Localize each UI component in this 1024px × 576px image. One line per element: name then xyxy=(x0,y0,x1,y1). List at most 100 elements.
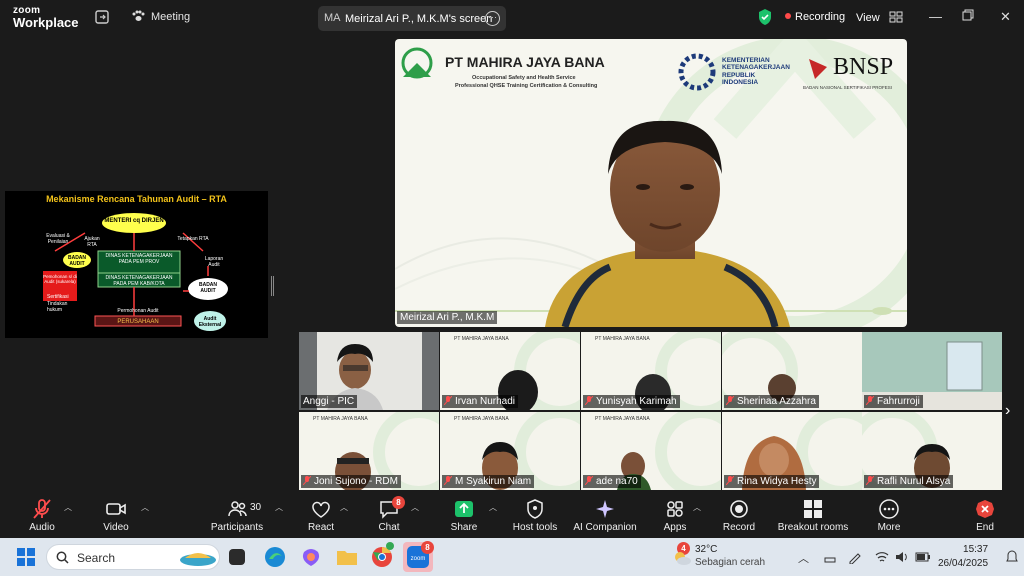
weather-icon[interactable] xyxy=(673,550,691,566)
windows-start-icon[interactable] xyxy=(16,547,36,567)
notification-bell-icon[interactable] xyxy=(1006,550,1018,564)
host-tools-button[interactable]: Host tools xyxy=(495,493,575,533)
pen-icon[interactable] xyxy=(848,550,862,564)
breakout-rooms-button[interactable]: Breakout rooms xyxy=(773,493,853,533)
participant-tile[interactable]: Sherinaa Azzahra xyxy=(722,332,862,410)
shield-icon[interactable] xyxy=(758,9,772,25)
dinas-prov-box: DINAS KETENAGAKERJAAN PADA PEM PROV xyxy=(105,253,173,265)
audio-button[interactable]: Audio xyxy=(2,493,82,533)
weather-desc: Sebagian cerah xyxy=(695,557,766,568)
paw-icon xyxy=(132,10,145,21)
permohonan-label: Permohonan Audit xyxy=(117,308,159,314)
badan-audit-box-2: BADAN AUDIT xyxy=(198,282,218,294)
restore-icon[interactable] xyxy=(962,9,974,24)
more-options-icon[interactable]: ··· xyxy=(485,11,500,26)
bnsp-subtitle: BADAN NASIONAL SERTIFIKASI PROFESI xyxy=(803,85,893,90)
bnsp-logo-text: BNSP xyxy=(833,54,894,80)
screen-share-pill[interactable]: MA Meirizal Ari P., M.K.M's screen ··· xyxy=(318,6,506,31)
end-button[interactable]: End xyxy=(945,493,1024,533)
screen-share-label: Meirizal Ari P., M.K.M's screen xyxy=(345,13,493,25)
participant-tile[interactable]: PT MAHIRA JAYA BANA Irvan Nurhadi xyxy=(440,332,580,410)
mic-muted-icon xyxy=(303,476,311,485)
chat-button[interactable]: Chat xyxy=(349,493,429,533)
participant-name: Rina Widya Hesty xyxy=(724,475,820,488)
chat-caret-icon[interactable]: ︿ xyxy=(411,502,419,513)
video-button[interactable]: Video xyxy=(76,493,156,533)
react-label: React xyxy=(307,522,335,533)
edge-icon[interactable] xyxy=(264,546,286,568)
more-label: More xyxy=(877,522,901,533)
participant-name: Sherinaa Azzahra xyxy=(724,395,819,408)
mic-muted-icon xyxy=(444,476,452,485)
more-button[interactable]: More xyxy=(849,493,929,533)
dinas-kab-box: DINAS KETENAGAKERJAAN PADA PEM KAB/KOTA xyxy=(105,275,173,287)
end-icon xyxy=(976,500,994,518)
meeting-toolbar: Audio ︿ Video ︿ Participants 30 ︿ React … xyxy=(0,493,1024,538)
chrome-status-dot xyxy=(386,542,394,550)
speaker-icon[interactable] xyxy=(895,550,909,564)
copilot-icon[interactable] xyxy=(300,546,322,568)
task-view-icon[interactable] xyxy=(229,549,245,565)
view-label: View xyxy=(856,12,880,24)
search-icon xyxy=(56,551,69,564)
zoom-taskbar-button[interactable]: zoom 8 xyxy=(403,541,434,572)
sertifikasi-label: Sertifikasi xyxy=(47,294,69,300)
kementerian-logo-text: KEMENTERIAN KETENAGAKERJAAN REPUBLIK IND… xyxy=(722,57,790,87)
participants-icon xyxy=(228,501,247,517)
video-caret-icon[interactable]: ︿ xyxy=(141,502,149,513)
react-caret-icon[interactable]: ︿ xyxy=(340,502,348,513)
participant-name: Irvan Nurhadi xyxy=(442,395,519,408)
participant-name: Anggi - PIC xyxy=(301,395,358,408)
tindakan-label: Tindakan hukum xyxy=(47,301,68,313)
participant-name: Yunisyah Karimah xyxy=(583,395,680,408)
participants-button[interactable]: Participants xyxy=(197,493,277,533)
end-label: End xyxy=(976,522,994,533)
system-clock[interactable]: 15:37 26/04/2025 xyxy=(938,543,988,571)
participant-tile[interactable]: PT MAHIRA JAYA BANA M Syakirun Niam xyxy=(440,412,580,490)
participant-tile[interactable]: Fahrurroji xyxy=(862,332,1002,410)
participant-name: Joni Sujono - RDM xyxy=(301,475,401,488)
audit-eksternal-box: Audit Eksternal xyxy=(198,316,222,328)
participant-tile[interactable]: PT MAHIRA JAYA BANA Joni Sujono - RDM xyxy=(299,412,439,490)
recording-indicator[interactable]: Recording xyxy=(785,11,845,23)
sparkle-icon xyxy=(596,500,614,518)
grid-icon xyxy=(889,11,903,23)
ai-companion-button[interactable]: AI Companion xyxy=(565,493,645,533)
participant-tile[interactable]: Rafli Nurul Alsya xyxy=(862,412,1002,490)
mic-muted-icon xyxy=(585,396,593,405)
clock-time: 15:37 xyxy=(963,544,989,555)
gallery-next-icon[interactable]: › xyxy=(1005,402,1010,420)
more-icon xyxy=(879,499,899,519)
audio-label: Audio xyxy=(29,522,55,533)
main-video[interactable]: PT MAHIRA JAYA BANA Occupational Safety … xyxy=(395,39,907,327)
audio-caret-icon[interactable]: ︿ xyxy=(64,502,72,513)
participant-tile[interactable]: Rina Widya Hesty xyxy=(722,412,862,490)
participant-tile[interactable]: Anggi - PIC xyxy=(299,332,439,410)
video-label: Video xyxy=(103,522,129,533)
ajukan-label: Ajukan RTA xyxy=(84,236,100,248)
record-button[interactable]: Record xyxy=(699,493,779,533)
file-explorer-icon[interactable] xyxy=(336,546,358,568)
kemen-line: KETENAGAKERJAAN xyxy=(722,64,790,72)
participant-tile[interactable]: PT MAHIRA JAYA BANA ade na70 xyxy=(581,412,721,490)
meeting-label: Meeting xyxy=(151,11,191,23)
participant-tile[interactable]: PT MAHIRA JAYA BANA Yunisyah Karimah xyxy=(581,332,721,410)
view-button[interactable]: View xyxy=(856,11,903,24)
screen-icon[interactable] xyxy=(95,10,109,27)
onedrive-icon[interactable] xyxy=(823,550,837,564)
mic-muted-icon xyxy=(866,476,874,485)
svg-text:PT MAHIRA JAYA BANA: PT MAHIRA JAYA BANA xyxy=(454,336,509,342)
chat-label: Chat xyxy=(378,522,400,533)
speaker-name-tag: Meirizal Ari P., M.K.M xyxy=(397,311,498,324)
share-button[interactable]: Share xyxy=(424,493,504,533)
minimize-icon[interactable]: — xyxy=(929,9,942,24)
svg-text:zoom: zoom xyxy=(411,556,426,562)
weather-widget[interactable]: 32°C Sebagian cerah xyxy=(695,543,765,569)
battery-icon[interactable] xyxy=(915,550,931,564)
wifi-icon[interactable] xyxy=(875,550,889,564)
close-icon[interactable]: ✕ xyxy=(1000,9,1011,25)
resize-handle[interactable] xyxy=(271,276,274,296)
meeting-menu[interactable]: Meeting xyxy=(131,10,190,23)
taskbar-search[interactable]: Search xyxy=(46,544,220,570)
tray-expand-icon[interactable]: ︿ xyxy=(798,550,809,566)
